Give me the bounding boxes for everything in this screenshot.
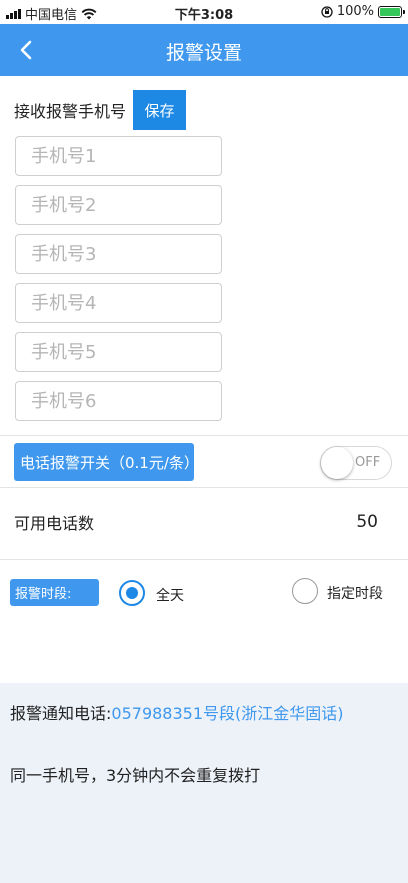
notice-phone-number: 057988351号段(浙江金华固话) [111,704,344,723]
page-title: 报警设置 [165,42,242,64]
radio-specified-period-label[interactable]: 指定时段 [327,583,383,603]
battery-percent: 100% [336,4,374,19]
phone-input-3[interactable] [15,234,222,274]
receiver-phones-label: 接收报警手机号 [14,102,127,121]
call-alarm-label: 电话报警开关（0.1元/条） [14,443,199,481]
phone-input-2[interactable] [15,185,222,225]
phone-input-6[interactable] [15,381,222,421]
orientation-lock-icon [321,5,333,18]
phone-input-5[interactable] [15,332,222,372]
notice-footer: 报警通知电话:057988351号段(浙江金华固话) 同一手机号，3分钟内不会重… [0,683,408,883]
save-button[interactable]: 保存 [133,90,186,130]
status-right: 100% [321,4,405,19]
alarm-period-label: 报警时段: [10,579,99,606]
nav-bar: 报警设置 [0,24,408,76]
divider [0,435,408,436]
phone-input-4[interactable] [15,283,222,323]
divider [0,559,408,560]
status-bar: 中国电信 下午3:08 100% [0,0,408,24]
toggle-state-text: OFF [355,455,381,470]
available-calls-label: 可用电话数 [14,514,95,533]
notice-phone-line: 报警通知电话:057988351号段(浙江金华固话) [10,700,344,724]
toggle-knob [321,447,353,479]
notice-phone-prefix: 报警通知电话: [10,704,112,723]
repeat-call-note: 同一手机号，3分钟内不会重复拨打 [10,766,261,785]
phone-input-1[interactable] [15,136,222,176]
radio-all-day-label[interactable]: 全天 [156,585,184,605]
divider [0,487,408,488]
radio-specified-period[interactable] [292,578,318,604]
available-calls-value: 50 [356,512,378,532]
radio-all-day[interactable] [119,580,145,606]
battery-charging-icon [378,5,405,18]
call-alarm-toggle[interactable]: OFF [320,446,392,480]
